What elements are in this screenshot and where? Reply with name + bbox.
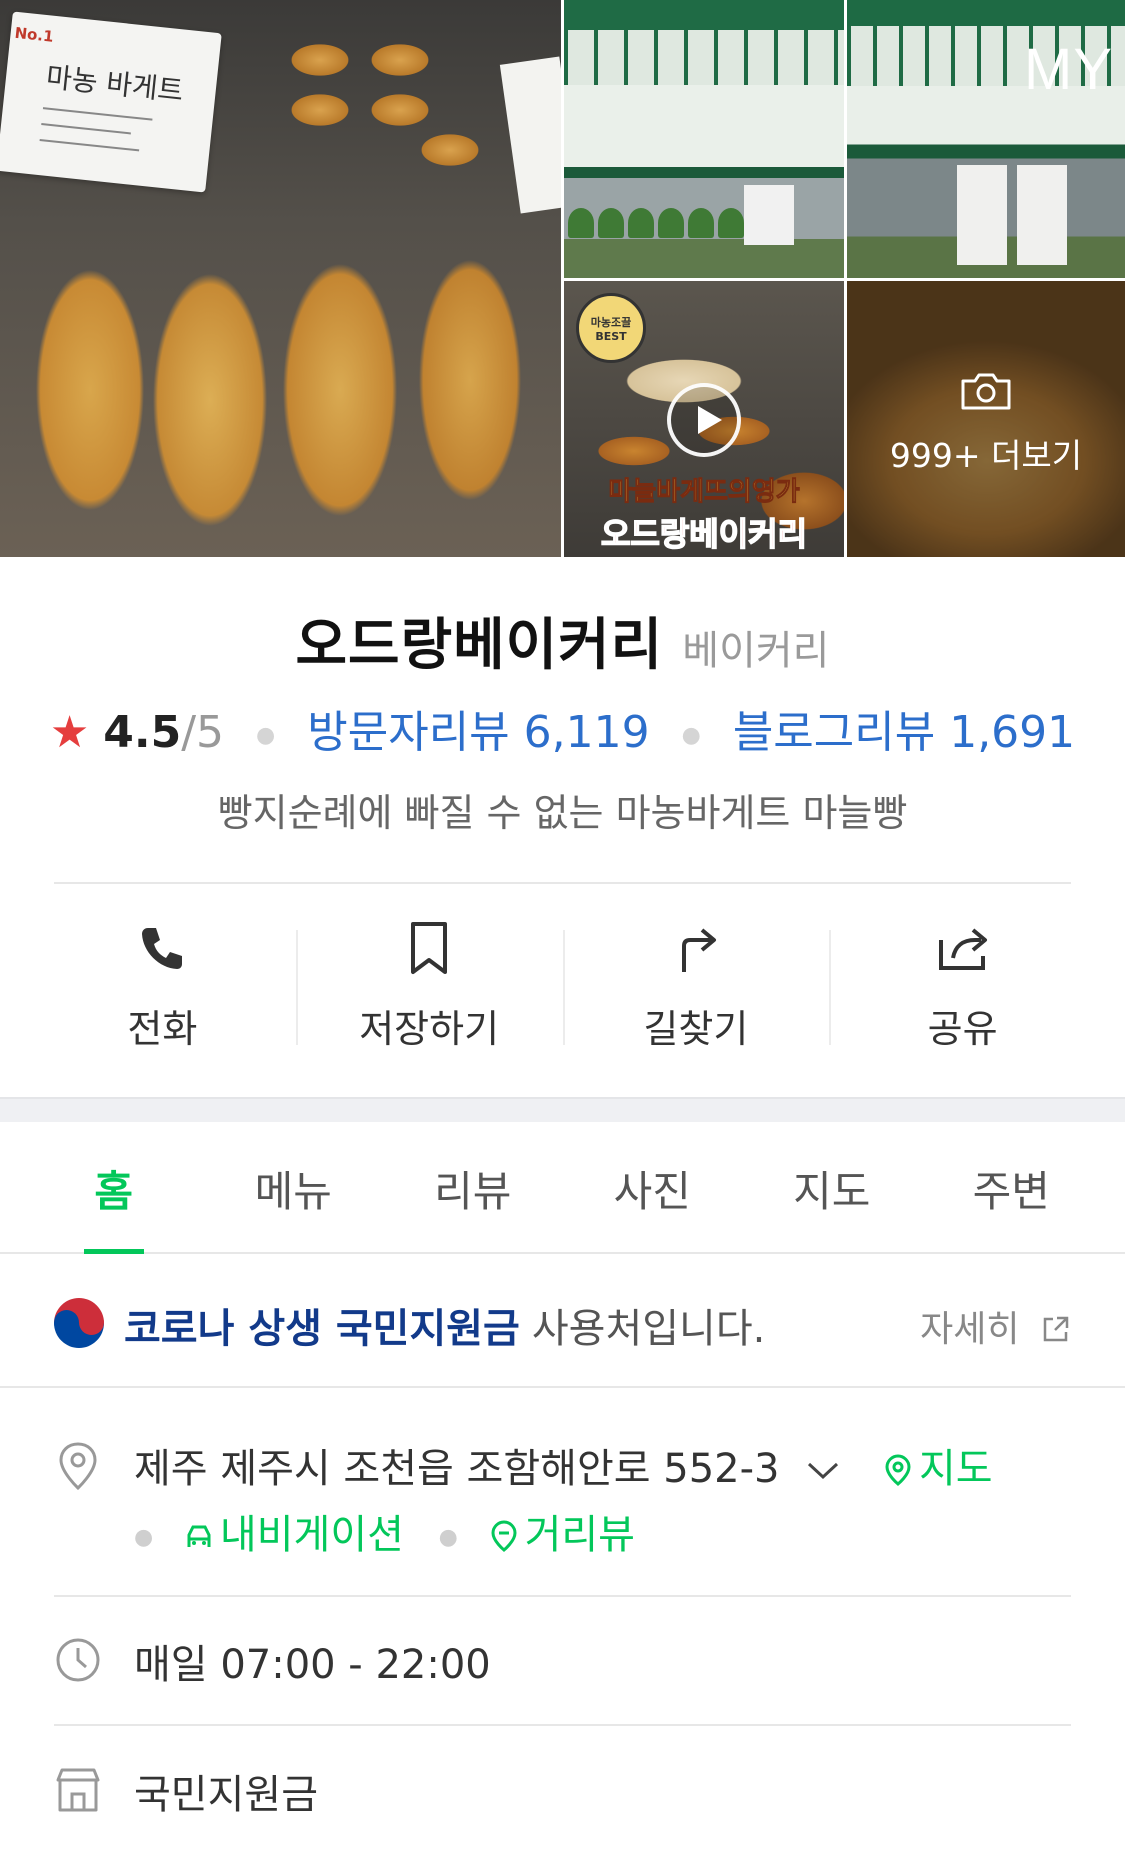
save-label: 저장하기	[359, 1007, 500, 1051]
call-button[interactable]: 전화	[29, 920, 296, 1051]
chevron-down-icon[interactable]	[806, 1461, 840, 1481]
photo-video[interactable]: 마농조끌 BEST 마늘바게뜨의영가 오드랑베이커리	[564, 281, 844, 557]
divider	[54, 1595, 1071, 1597]
more-photos-label: 999+ 더보기	[889, 436, 1083, 475]
covid-detail-link[interactable]: 자세히	[920, 1300, 1071, 1352]
tab-reviews[interactable]: 리뷰	[383, 1122, 563, 1252]
support-info: 국민지원금	[134, 1772, 318, 1818]
tab-photos[interactable]: 사진	[563, 1122, 743, 1252]
korea-gov-logo-icon	[54, 1298, 104, 1348]
camera-icon	[961, 373, 1011, 410]
covid-support-banner[interactable]: 코로나 상생 국민지원금 사용처입니다. 자세히	[0, 1256, 1125, 1388]
covid-detail-label: 자세히	[920, 1309, 1020, 1350]
bread-price-tag: No.1 마농 바게트	[0, 11, 222, 193]
share-label: 공유	[927, 1007, 998, 1051]
map-pin-icon	[885, 1454, 911, 1486]
tab-nearby[interactable]: 주변	[922, 1122, 1102, 1252]
photo-storefront-1[interactable]	[564, 0, 844, 278]
section-separator	[0, 1097, 1125, 1122]
navigation-link[interactable]: 내비게이션	[184, 1512, 417, 1558]
location-pin-icon	[59, 1442, 97, 1491]
tag-rank: No.1	[13, 23, 55, 46]
title-row: 오드랑베이커리 베이커리	[0, 600, 1125, 681]
directions-label: 길찾기	[643, 1007, 749, 1051]
navigation-label: 내비게이션	[219, 1512, 404, 1558]
video-caption-bottom: 오드랑베이커리	[600, 514, 808, 554]
divider	[54, 882, 1071, 884]
photo-more[interactable]: 999+ 더보기	[847, 281, 1125, 557]
tab-menu[interactable]: 메뉴	[204, 1122, 384, 1252]
photo-gallery: No.1 마농 바게트 MY 마농조끌 BEST 마늘바게뜨의영가 오드랑베이커…	[0, 0, 1125, 557]
tab-bar: 홈 메뉴 리뷰 사진 지도 주변	[0, 1122, 1125, 1254]
car-icon	[187, 1525, 211, 1547]
business-hours[interactable]: 매일 07:00 - 22:00	[134, 1632, 491, 1690]
place-category: 베이커리	[682, 628, 830, 674]
address-text: 제주 제주시 조천읍 조함해안로 552-3	[134, 1446, 780, 1492]
clock-icon	[56, 1638, 100, 1682]
separator-dot: ●	[681, 722, 701, 748]
store-icon	[56, 1768, 100, 1812]
best-badge: 마농조끌 BEST	[576, 293, 646, 363]
photo-main-bread[interactable]: No.1 마농 바게트	[0, 0, 561, 557]
photo-storefront-2[interactable]: MY	[847, 0, 1125, 278]
place-description: 빵지순례에 빠질 수 없는 마농바게트 마늘빵	[217, 791, 908, 835]
separator-dot: ●	[134, 1524, 154, 1550]
place-name: 오드랑베이커리	[295, 613, 664, 678]
stats-row: ★ 4.5/5 ● 방문자리뷰 6,119 ● 블로그리뷰 1,691	[0, 696, 1125, 760]
action-bar: 전화 저장하기 길찾기 공유	[29, 920, 1096, 1051]
street-view-pin-icon	[491, 1520, 517, 1552]
bookmark-icon	[411, 922, 448, 974]
share-button[interactable]: 공유	[829, 920, 1096, 1051]
divider	[54, 1724, 1071, 1726]
covid-banner-text: 코로나 상생 국민지원금 사용처입니다.	[124, 1296, 765, 1354]
separator-dot: ●	[438, 1524, 458, 1550]
covid-banner-suffix: 사용처입니다.	[531, 1306, 766, 1352]
map-link-label: 지도	[918, 1446, 993, 1492]
street-view-link[interactable]: 거리뷰	[489, 1512, 635, 1558]
map-link[interactable]: 지도	[883, 1446, 993, 1492]
rating-max: /5	[181, 707, 225, 758]
separator-dot: ●	[256, 722, 276, 748]
directions-icon	[681, 928, 716, 972]
tag-title: 마농 바게트	[44, 60, 185, 108]
blog-reviews-link[interactable]: 블로그리뷰 1,691	[733, 707, 1075, 758]
address-row: 제주 제주시 조천읍 조함해안로 552-3 지도	[134, 1436, 993, 1494]
external-link-icon	[1043, 1316, 1069, 1342]
save-button[interactable]: 저장하기	[295, 920, 563, 1051]
tab-home[interactable]: 홈	[24, 1122, 204, 1254]
tab-map[interactable]: 지도	[742, 1122, 922, 1252]
directions-button[interactable]: 길찾기	[562, 920, 830, 1051]
call-label: 전화	[127, 1007, 198, 1051]
star-icon: ★	[49, 707, 90, 758]
my-badge[interactable]: MY	[1024, 36, 1113, 103]
share-icon	[938, 928, 987, 970]
rating-value: 4.5	[103, 707, 182, 758]
street-view-label: 거리뷰	[524, 1512, 635, 1558]
video-caption-top: 마늘바게뜨의영가	[608, 477, 800, 508]
visitor-reviews-link[interactable]: 방문자리뷰 6,119	[307, 707, 649, 758]
phone-icon	[142, 928, 183, 969]
play-icon[interactable]	[667, 383, 741, 457]
address-links: ● 내비게이션 ● 거리뷰	[134, 1502, 635, 1560]
side-tag	[499, 56, 561, 214]
covid-banner-title: 코로나 상생 국민지원금	[124, 1306, 520, 1352]
